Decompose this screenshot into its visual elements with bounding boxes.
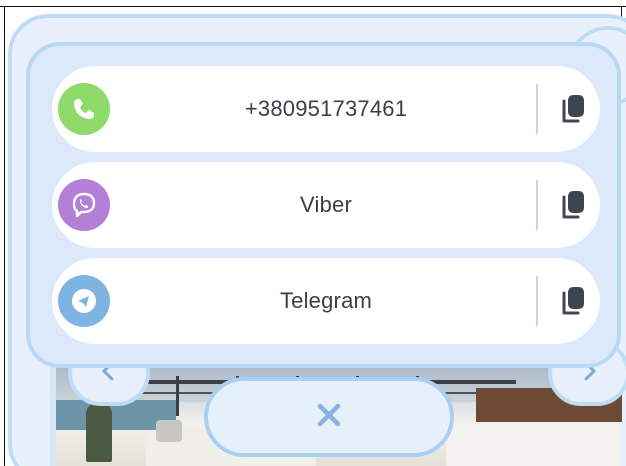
viber-label: Viber [300, 192, 352, 217]
close-icon [314, 400, 344, 435]
row-divider [536, 84, 538, 134]
copy-icon [552, 95, 592, 133]
contact-row-telegram[interactable]: Telegram [52, 258, 600, 344]
copy-icon [552, 287, 592, 325]
phone-number: +380951737461 [244, 96, 408, 121]
row-divider [536, 276, 538, 326]
viber-icon [58, 179, 110, 231]
contact-row-viber[interactable]: Viber [52, 162, 600, 248]
contact-row-phone[interactable]: +380951737461 [52, 66, 600, 152]
close-button[interactable] [204, 377, 454, 457]
phone-icon [58, 83, 110, 135]
telegram-icon [58, 275, 110, 327]
frame-top-line [0, 6, 626, 7]
copy-telegram-button[interactable] [552, 281, 592, 321]
contact-panel: +380951737461 Viber Telegram [26, 42, 621, 368]
copy-viber-button[interactable] [552, 185, 592, 225]
copy-icon [552, 191, 592, 229]
frame-left-line [4, 6, 5, 466]
telegram-label: Telegram [279, 288, 373, 313]
row-divider [536, 180, 538, 230]
copy-phone-button[interactable] [552, 89, 592, 129]
